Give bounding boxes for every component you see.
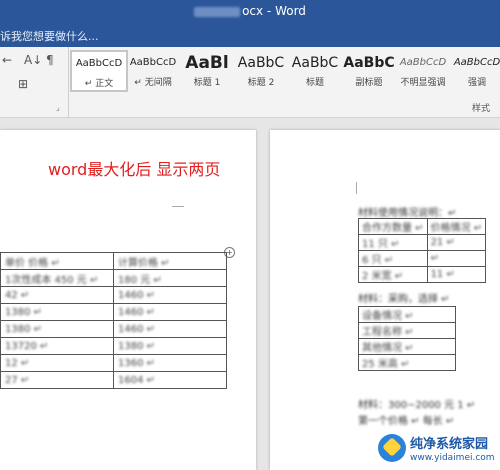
table-cell[interactable]: 其他情况 ↵ bbox=[358, 338, 456, 355]
styles-group-label: 样式 bbox=[471, 104, 490, 114]
table-cell[interactable]: 1380 ↵ bbox=[0, 303, 114, 321]
table-cell[interactable]: 1360 ↵ bbox=[113, 354, 227, 372]
table-cell[interactable]: 设备情况 ↵ bbox=[358, 306, 456, 323]
table-cell[interactable]: 21 ↵ bbox=[426, 234, 487, 251]
table-cell[interactable]: 合作方数量 ↵ bbox=[358, 218, 428, 235]
table-row: 12 ↵ 1360 ↵ bbox=[0, 354, 227, 372]
blurred-filename bbox=[194, 6, 241, 17]
page2-line: 材料：采购，选择 ↵ bbox=[358, 294, 450, 305]
style-emphasis[interactable]: AaBbCcD 强调 bbox=[450, 51, 500, 91]
style-heading-2[interactable]: AaBbC 标题 2 bbox=[234, 51, 288, 91]
table-row: 27 ↵ 1604 ↵ bbox=[0, 371, 227, 389]
ribbon: ← A↓ ¶ ⊞ ⌟ AaBbCcD ↵ 正文 AaBbCcD ↵ 无间隔 Aa… bbox=[0, 47, 500, 118]
table-row: 6 只 ↵ ↵ bbox=[358, 250, 487, 267]
table-cell[interactable]: 11 只 ↵ bbox=[358, 234, 428, 251]
styles-gallery: AaBbCcD ↵ 正文 AaBbCcD ↵ 无间隔 AaBl 标题 1 AaB… bbox=[70, 49, 500, 95]
table-cell[interactable]: 2 米宽 ↵ bbox=[358, 266, 428, 283]
table-row: 设备情况 ↵ bbox=[358, 306, 456, 323]
page2-line: 第一个价格 ↵ 每长 ↵ bbox=[358, 416, 455, 427]
borders-icon[interactable]: ⊞ bbox=[18, 77, 28, 91]
table-cell[interactable]: 12 ↵ bbox=[0, 354, 114, 372]
page2-line: 材料：300~2000 元 1 ↵ bbox=[358, 400, 476, 411]
table-cell[interactable]: 1460 ↵ bbox=[113, 320, 227, 338]
page1-table[interactable]: 单价 价格 ↵ 计算价格 ↵ 1次性成本 450 元 ↵ 180 元 ↵ 42 … bbox=[0, 252, 227, 389]
table-cell[interactable]: 27 ↵ bbox=[0, 371, 114, 389]
annotation-text: word最大化后 显示两页 bbox=[48, 160, 221, 179]
table-row: 合作方数量 ↵ 价格情况 ↵ bbox=[358, 218, 487, 235]
table-cell[interactable]: 价格情况 ↵ bbox=[426, 218, 487, 235]
table-row: 1380 ↵ 1460 ↵ bbox=[0, 320, 227, 338]
site-watermark: 纯净系统家园 www.yidaimei.com bbox=[378, 432, 500, 468]
document-area[interactable]: word最大化后 显示两页 + 单价 价格 ↵ 计算价格 ↵ 1次性成本 450… bbox=[0, 118, 500, 470]
window-title: ocx - Word bbox=[0, 4, 500, 18]
sort-icon[interactable]: A↓ bbox=[24, 53, 42, 67]
watermark-logo-icon bbox=[378, 434, 406, 462]
table-row: 1380 ↵ 1460 ↵ bbox=[0, 303, 227, 321]
table-cell[interactable]: 1380 ↵ bbox=[113, 337, 227, 355]
table-cell[interactable]: 1460 ↵ bbox=[113, 303, 227, 321]
table-cell[interactable]: 1604 ↵ bbox=[113, 371, 227, 389]
table-cell[interactable]: 工程名称 ↵ bbox=[358, 322, 456, 339]
table-row: 工程名称 ↵ bbox=[358, 322, 456, 339]
table-cell[interactable]: 25 米高 ↵ bbox=[358, 354, 456, 371]
page2-table-a[interactable]: 合作方数量 ↵ 价格情况 ↵ 11 只 ↵ 21 ↵ 6 只 ↵ ↵ 2 米宽 ↵ 11… bbox=[358, 218, 487, 283]
table-cell[interactable]: 13720 ↵ bbox=[0, 337, 114, 355]
table-row: 13720 ↵ 1380 ↵ bbox=[0, 337, 227, 355]
tell-me-bar: 诉我您想要做什么... bbox=[0, 23, 500, 47]
table-row: 1次性成本 450 元 ↵ 180 元 ↵ bbox=[0, 269, 227, 287]
decrease-indent-icon[interactable]: ← bbox=[2, 53, 12, 67]
table-row: 42 ↵ 1460 ↵ bbox=[0, 286, 227, 304]
page-1[interactable]: word最大化后 显示两页 + 单价 价格 ↵ 计算价格 ↵ 1次性成本 450… bbox=[0, 130, 256, 470]
tell-me-input[interactable]: 诉我您想要做什么... bbox=[0, 28, 99, 44]
table-cell[interactable]: 6 只 ↵ bbox=[358, 250, 428, 267]
watermark-url: www.yidaimei.com bbox=[410, 453, 495, 463]
table-cell[interactable]: 42 ↵ bbox=[0, 286, 114, 304]
table-cell[interactable]: 单价 价格 ↵ bbox=[0, 252, 114, 270]
table-row: 2 米宽 ↵ 11 ↵ bbox=[358, 266, 487, 283]
table-row: 单价 价格 ↵ 计算价格 ↵ bbox=[0, 252, 227, 270]
table-cell[interactable]: 180 元 ↵ bbox=[113, 269, 227, 287]
table-cell[interactable]: 计算价格 ↵ bbox=[113, 252, 227, 270]
page-2[interactable]: 材料使用情况说明：↵ 合作方数量 ↵ 价格情况 ↵ 11 只 ↵ 21 ↵ 6 只 … bbox=[270, 130, 500, 470]
watermark-name: 纯净系统家园 bbox=[410, 437, 489, 452]
page2-heading: 材料使用情况说明：↵ bbox=[358, 208, 457, 219]
table-row: 25 米高 ↵ bbox=[358, 354, 456, 371]
pilcrow-icon[interactable]: ¶ bbox=[46, 53, 54, 67]
table-cell[interactable]: 1460 ↵ bbox=[113, 286, 227, 304]
table-cell[interactable]: 1次性成本 450 元 ↵ bbox=[0, 269, 114, 287]
margin-mark bbox=[346, 182, 357, 194]
table-cell[interactable]: 1380 ↵ bbox=[0, 320, 114, 338]
style-no-spacing[interactable]: AaBbCcD ↵ 无间隔 bbox=[126, 51, 180, 91]
style-normal[interactable]: AaBbCcD ↵ 正文 bbox=[70, 50, 128, 92]
style-title[interactable]: AaBbC 标题 bbox=[288, 51, 342, 91]
style-heading-1[interactable]: AaBl 标题 1 bbox=[180, 51, 234, 91]
table-cell[interactable]: 11 ↵ bbox=[426, 266, 487, 283]
title-bar: ocx - Word bbox=[0, 0, 500, 23]
style-subtle-emphasis[interactable]: AaBbCcD 不明显强调 bbox=[396, 51, 450, 91]
margin-mark bbox=[172, 196, 184, 207]
page2-table-b[interactable]: 设备情况 ↵ 工程名称 ↵ 其他情况 ↵ 25 米高 ↵ bbox=[358, 306, 456, 371]
table-row: 其他情况 ↵ bbox=[358, 338, 456, 355]
table-row: 11 只 ↵ 21 ↵ bbox=[358, 234, 487, 251]
paragraph-launcher-icon[interactable]: ⌟ bbox=[56, 103, 60, 112]
paragraph-group: ← A↓ ¶ ⊞ ⌟ bbox=[0, 47, 69, 117]
style-subtitle[interactable]: AaBbC 副标题 bbox=[342, 51, 396, 91]
table-cell[interactable]: ↵ bbox=[426, 250, 487, 267]
